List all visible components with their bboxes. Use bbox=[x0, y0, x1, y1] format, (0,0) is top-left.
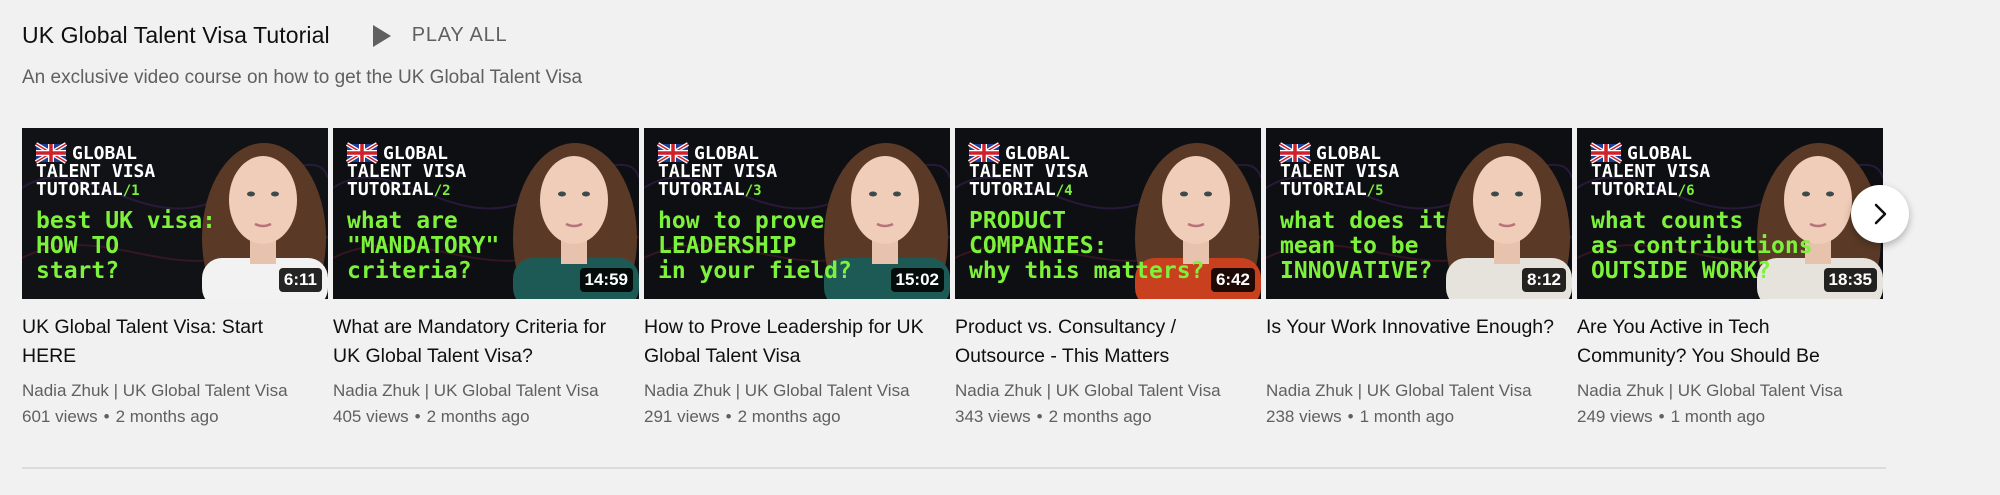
video-thumbnail[interactable]: GLOBAL TALENT VISA TUTORIAL/2 what are "… bbox=[333, 128, 639, 299]
svg-text:in your field?: in your field? bbox=[658, 258, 852, 284]
video-meta: 405 views • 2 months ago bbox=[333, 407, 639, 427]
upload-age: 2 months ago bbox=[426, 407, 530, 426]
svg-text:HOW TO: HOW TO bbox=[36, 233, 119, 259]
video-card-1[interactable]: GLOBAL TALENT VISA TUTORIAL/1 best UK vi… bbox=[22, 128, 328, 427]
play-icon bbox=[372, 24, 391, 47]
video-title[interactable]: How to Prove Leadership for UK Global Ta… bbox=[644, 313, 944, 371]
svg-text:how to prove: how to prove bbox=[658, 208, 824, 234]
duration-badge: 8:12 bbox=[1521, 268, 1566, 292]
video-title[interactable]: Product vs. Consultancy / Outsource - Th… bbox=[955, 313, 1255, 371]
svg-text:TUTORIAL/5: TUTORIAL/5 bbox=[1280, 179, 1384, 200]
duration-badge: 6:42 bbox=[1210, 268, 1255, 292]
next-button[interactable] bbox=[1851, 185, 1909, 243]
view-count: 405 views bbox=[333, 407, 409, 426]
chevron-right-icon bbox=[1874, 203, 1887, 225]
channel-name[interactable]: Nadia Zhuk | UK Global Talent Visa bbox=[955, 381, 1230, 401]
svg-text:what counts: what counts bbox=[1591, 208, 1743, 234]
video-shelf: GLOBAL TALENT VISA TUTORIAL/1 best UK vi… bbox=[22, 128, 1888, 427]
uk-flag-icon bbox=[345, 142, 379, 164]
svg-text:"MANDATORY": "MANDATORY" bbox=[347, 233, 499, 259]
video-card-4[interactable]: GLOBAL TALENT VISA TUTORIAL/4 PRODUCT CO… bbox=[955, 128, 1261, 427]
video-title[interactable]: UK Global Talent Visa: Start HERE bbox=[22, 313, 322, 371]
svg-text:TUTORIAL/2: TUTORIAL/2 bbox=[347, 179, 451, 200]
svg-text:INNOVATIVE?: INNOVATIVE? bbox=[1280, 258, 1432, 284]
video-title[interactable]: Is Your Work Innovative Enough? bbox=[1266, 313, 1566, 371]
svg-text:TUTORIAL/1: TUTORIAL/1 bbox=[36, 179, 140, 200]
view-count: 249 views bbox=[1577, 407, 1653, 426]
meta-separator: • bbox=[414, 407, 421, 426]
video-meta: 601 views • 2 months ago bbox=[22, 407, 328, 427]
svg-text:OUTSIDE WORK?: OUTSIDE WORK? bbox=[1591, 258, 1771, 284]
uk-flag-icon bbox=[1589, 142, 1623, 164]
video-meta: 343 views • 2 months ago bbox=[955, 407, 1261, 427]
view-count: 601 views bbox=[22, 407, 98, 426]
view-count: 238 views bbox=[1266, 407, 1342, 426]
upload-age: 2 months ago bbox=[737, 407, 841, 426]
svg-text:best UK visa:: best UK visa: bbox=[36, 208, 216, 234]
meta-separator: • bbox=[725, 407, 732, 426]
svg-text:what are: what are bbox=[347, 208, 458, 234]
video-card-3[interactable]: GLOBAL TALENT VISA TUTORIAL/3 how to pro… bbox=[644, 128, 950, 427]
play-all-label: PLAY ALL bbox=[411, 24, 508, 46]
view-count: 343 views bbox=[955, 407, 1031, 426]
duration-badge: 18:35 bbox=[1823, 268, 1877, 292]
shelf-title[interactable]: UK Global Talent Visa Tutorial bbox=[22, 22, 330, 49]
video-meta: 249 views • 1 month ago bbox=[1577, 407, 1883, 427]
channel-name[interactable]: Nadia Zhuk | UK Global Talent Visa bbox=[1577, 381, 1852, 401]
meta-separator: • bbox=[103, 407, 110, 426]
channel-name[interactable]: Nadia Zhuk | UK Global Talent Visa bbox=[1266, 381, 1541, 401]
svg-text:start?: start? bbox=[36, 258, 119, 284]
svg-text:TUTORIAL/3: TUTORIAL/3 bbox=[658, 179, 762, 200]
svg-text:COMPANIES:: COMPANIES: bbox=[969, 233, 1107, 259]
upload-age: 2 months ago bbox=[115, 407, 219, 426]
duration-badge: 15:02 bbox=[890, 268, 944, 292]
meta-separator: • bbox=[1347, 407, 1354, 426]
svg-text:why this matters?: why this matters? bbox=[969, 258, 1204, 284]
video-thumbnail[interactable]: GLOBAL TALENT VISA TUTORIAL/1 best UK vi… bbox=[22, 128, 328, 299]
view-count: 291 views bbox=[644, 407, 720, 426]
video-thumbnail[interactable]: GLOBAL TALENT VISA TUTORIAL/6 what count… bbox=[1577, 128, 1883, 299]
video-meta: 238 views • 1 month ago bbox=[1266, 407, 1572, 427]
upload-age: 2 months ago bbox=[1048, 407, 1152, 426]
svg-text:TUTORIAL/6: TUTORIAL/6 bbox=[1591, 179, 1695, 200]
video-card-2[interactable]: GLOBAL TALENT VISA TUTORIAL/2 what are "… bbox=[333, 128, 639, 427]
uk-flag-icon bbox=[34, 142, 68, 164]
video-thumbnail[interactable]: GLOBAL TALENT VISA TUTORIAL/3 how to pro… bbox=[644, 128, 950, 299]
channel-name[interactable]: Nadia Zhuk | UK Global Talent Visa bbox=[333, 381, 608, 401]
uk-flag-icon bbox=[1278, 142, 1312, 164]
svg-text:PRODUCT: PRODUCT bbox=[969, 208, 1066, 234]
video-title[interactable]: What are Mandatory Criteria for UK Globa… bbox=[333, 313, 633, 371]
svg-text:TUTORIAL/4: TUTORIAL/4 bbox=[969, 179, 1073, 200]
svg-text:as contributions: as contributions bbox=[1591, 233, 1813, 259]
meta-separator: • bbox=[1036, 407, 1043, 426]
video-title[interactable]: Are You Active in Tech Community? You Sh… bbox=[1577, 313, 1877, 371]
upload-age: 1 month ago bbox=[1359, 407, 1455, 426]
duration-badge: 14:59 bbox=[579, 268, 633, 292]
svg-text:mean to be: mean to be bbox=[1280, 233, 1418, 259]
video-thumbnail[interactable]: GLOBAL TALENT VISA TUTORIAL/4 PRODUCT CO… bbox=[955, 128, 1261, 299]
uk-flag-icon bbox=[967, 142, 1001, 164]
svg-text:criteria?: criteria? bbox=[347, 258, 472, 284]
video-card-5[interactable]: GLOBAL TALENT VISA TUTORIAL/5 what does … bbox=[1266, 128, 1572, 427]
channel-name[interactable]: Nadia Zhuk | UK Global Talent Visa bbox=[644, 381, 919, 401]
duration-badge: 6:11 bbox=[278, 268, 322, 292]
video-meta: 291 views • 2 months ago bbox=[644, 407, 950, 427]
meta-separator: • bbox=[1658, 407, 1665, 426]
video-thumbnail[interactable]: GLOBAL TALENT VISA TUTORIAL/5 what does … bbox=[1266, 128, 1572, 299]
shelf-description: An exclusive video course on how to get … bbox=[22, 67, 583, 88]
svg-text:what does it: what does it bbox=[1280, 208, 1446, 234]
uk-flag-icon bbox=[656, 142, 690, 164]
svg-text:LEADERSHIP: LEADERSHIP bbox=[658, 233, 796, 259]
section-divider bbox=[22, 467, 1886, 469]
channel-name[interactable]: Nadia Zhuk | UK Global Talent Visa bbox=[22, 381, 297, 401]
video-card-6[interactable]: GLOBAL TALENT VISA TUTORIAL/6 what count… bbox=[1577, 128, 1883, 427]
play-all-button[interactable]: PLAY ALL bbox=[372, 24, 508, 48]
shelf-header: UK Global Talent Visa Tutorial PLAY ALL bbox=[22, 22, 507, 49]
upload-age: 1 month ago bbox=[1670, 407, 1766, 426]
